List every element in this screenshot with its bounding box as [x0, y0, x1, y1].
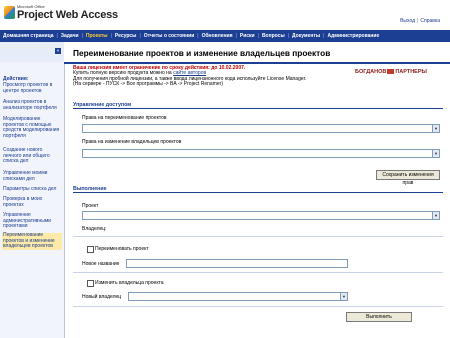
nav-tasks[interactable]: Задачи — [58, 30, 82, 42]
dropdown-arrow-icon: ▼ — [340, 293, 347, 300]
partner-logo-left: БОГДАНОВ — [355, 69, 387, 75]
page-title: Переименование проектов и изменение влад… — [73, 48, 331, 58]
nav-issues[interactable]: Вопросы — [259, 30, 288, 42]
project-label: Проект — [82, 203, 99, 209]
access-section-title: Управление доступом — [73, 102, 443, 109]
sidebar-item-project-center[interactable]: Просмотр проектов в центре проектов — [3, 82, 60, 94]
partner-logo-mark-icon — [387, 69, 395, 75]
rename-project-label: Переименовать проект — [95, 246, 149, 252]
nav-home[interactable]: Домашняя страница — [0, 30, 57, 42]
execute-section-title: Выполнение — [73, 186, 443, 193]
change-owner-checkbox[interactable] — [87, 280, 94, 287]
logout-link[interactable]: Выход — [400, 18, 415, 24]
change-owner-label: Изменить владельца проекта — [95, 280, 164, 286]
new-owner-select[interactable]: ▼ — [128, 292, 348, 301]
sidebar-item-check-projects[interactable]: Проверка в моих проектах — [3, 196, 60, 208]
sidebar-item-admin-projects[interactable]: Управление административными проектами — [3, 212, 60, 230]
dropdown-arrow-icon: ▼ — [432, 212, 439, 219]
license-notice: Ваша лицензия имеет ограничение по сроку… — [73, 65, 306, 88]
divider — [73, 306, 443, 307]
nav-administration[interactable]: Администрирование — [324, 30, 382, 42]
nav-projects[interactable]: Проекты — [83, 30, 111, 42]
rename-project-checkbox[interactable] — [87, 246, 94, 253]
main-nav: Домашняя страница | Задачи | Проекты | Ресу… — [0, 30, 450, 42]
save-rights-button[interactable]: Сохранить изменения прав — [376, 170, 440, 186]
new-name-label: Новое название — [82, 261, 120, 267]
sidebar-header: « — [0, 42, 64, 62]
dropdown-arrow-icon: ▼ — [432, 150, 439, 157]
help-link[interactable]: Справка — [420, 18, 440, 24]
divider — [73, 272, 443, 273]
divider — [73, 236, 443, 237]
partner-logo-right: ПАРТНЕРЫ — [395, 69, 427, 75]
nav-status-reports[interactable]: Отчеты о состоянии — [141, 30, 198, 42]
nav-documents[interactable]: Документы — [289, 30, 323, 42]
partner-logo: БОГДАНОВ ПАРТНЕРЫ — [355, 69, 427, 75]
rename-rights-select[interactable]: ▼ — [82, 124, 440, 133]
new-name-input[interactable] — [126, 259, 348, 268]
owner-rights-select[interactable]: ▼ — [82, 149, 440, 158]
sidebar-item-new-todo-list[interactable]: Создание нового личного или общего списк… — [3, 147, 60, 165]
collapse-chevron-icon[interactable]: « — [55, 48, 61, 54]
owner-label: Владелец: — [82, 226, 107, 232]
sidebar-item-rename-projects[interactable]: Переименование проектов и изменение влад… — [2, 232, 62, 250]
nav-resources[interactable]: Ресурсы — [112, 30, 140, 42]
sidebar-item-portfolio-modeler[interactable]: Моделирование проектов с помощью средств… — [3, 116, 60, 139]
sidebar-item-todo-options[interactable]: Параметры списка дел — [3, 186, 60, 193]
sidebar-item-manage-todo-lists[interactable]: Управление моими списками дел — [3, 170, 60, 182]
project-select[interactable]: ▼ — [82, 211, 440, 220]
sidebar: « Действия: Просмотр проектов в центре п… — [0, 42, 65, 338]
server-path-text: (На сервере - ПУСК -> Все программы -> B… — [73, 81, 223, 88]
sidebar-item-portfolio-analyzer[interactable]: Анализ проектов в анализаторе портфеля — [3, 99, 60, 111]
top-bar: Microsoft Office Project Web Access Выхо… — [0, 0, 450, 30]
rename-rights-label: Права на переименование проектов — [82, 115, 167, 121]
office-logo-icon — [4, 6, 15, 19]
separator: | — [417, 18, 419, 24]
brand-title: Project Web Access — [17, 9, 118, 21]
top-links: Выход | Справка — [400, 18, 440, 24]
nav-risks[interactable]: Риски — [237, 30, 258, 42]
new-owner-label: Новый владелец — [82, 294, 122, 300]
run-button[interactable]: Выполнить — [346, 312, 412, 322]
owner-rights-label: Права на изменение владельцев проектов — [82, 139, 182, 145]
dropdown-arrow-icon: ▼ — [432, 125, 439, 132]
nav-updates[interactable]: Обновления — [199, 30, 236, 42]
page-title-bar: Переименование проектов и изменение влад… — [64, 42, 450, 64]
